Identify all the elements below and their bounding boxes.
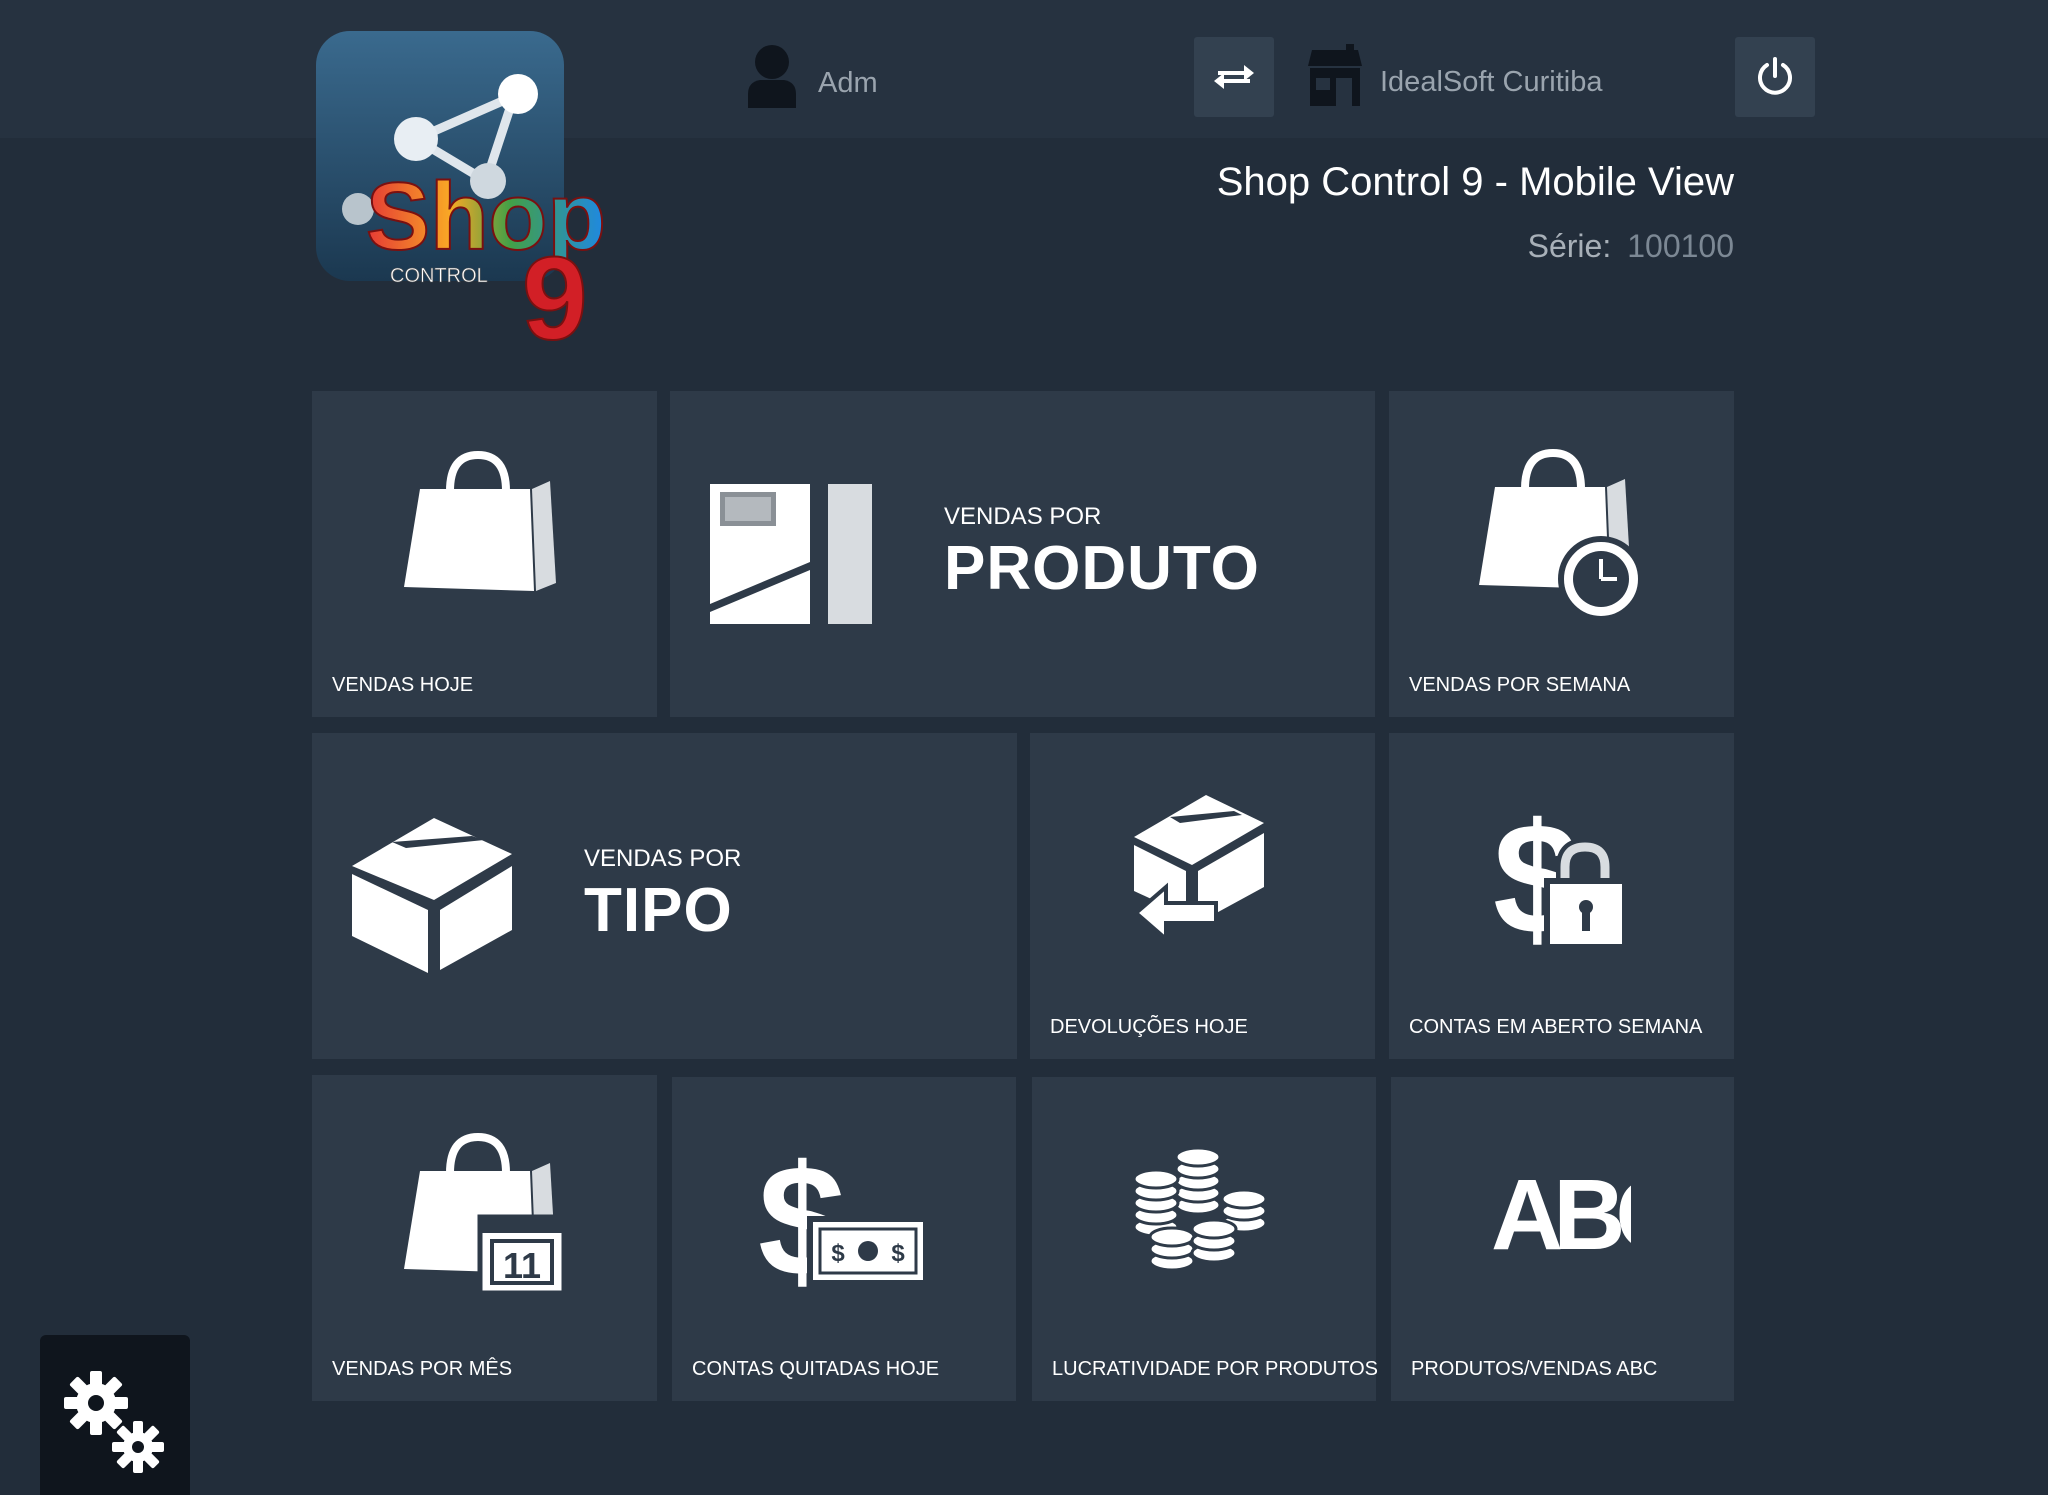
shopping-bag-clock-icon: [1479, 449, 1644, 622]
svg-text:$: $: [831, 1240, 845, 1267]
user-name: Adm: [818, 66, 878, 99]
tile-label: VENDAS HOJE: [332, 674, 474, 696]
tile-vendas-por-produto[interactable]: VENDAS POR PRODUTO: [670, 391, 1375, 717]
user-info: Adm: [746, 44, 878, 108]
tile-label: DEVOLUÇÕES HOJE: [1050, 1016, 1248, 1038]
tile-label: PRODUTOS/VENDAS ABC: [1411, 1358, 1658, 1380]
tile-vendas-por-mes[interactable]: 11 VENDAS POR MÊS: [312, 1075, 657, 1401]
shopping-bag-calendar-icon: 11: [404, 1133, 567, 1293]
abc-icon: ABC: [1491, 1159, 1631, 1259]
dollar-cash-icon: $ $ $: [758, 1133, 929, 1293]
tile-subtitle: VENDAS POR: [944, 503, 1102, 530]
shop-control-logo: Shop CONTROL 9: [316, 31, 648, 366]
power-button[interactable]: [1735, 37, 1815, 117]
tile-vendas-por-semana[interactable]: VENDAS POR SEMANA: [1389, 391, 1734, 717]
store-info: IdealSoft Curitiba: [1306, 44, 1602, 106]
tile-label: CONTAS EM ABERTO SEMANA: [1409, 1016, 1703, 1038]
tile-produtos-vendas-abc[interactable]: ABC PRODUTOS/VENDAS ABC: [1391, 1077, 1734, 1401]
logo-subtext: CONTROL: [390, 265, 488, 287]
tile-text: VENDAS POR PRODUTO: [944, 503, 1260, 604]
tile-label: CONTAS QUITADAS HOJE: [692, 1358, 940, 1380]
svg-text:$: $: [891, 1240, 905, 1267]
tile-devolucoes-hoje[interactable]: DEVOLUÇÕES HOJE: [1030, 733, 1375, 1059]
abc-icon-text: ABC: [1491, 1159, 1631, 1259]
settings-button[interactable]: [40, 1335, 190, 1495]
tile-label: LUCRATIVIDADE POR PRODUTOS: [1052, 1358, 1378, 1380]
store-name: IdealSoft Curitiba: [1380, 65, 1603, 98]
tile-vendas-por-tipo[interactable]: VENDAS POR TIPO: [312, 733, 1017, 1059]
store-icon: [1308, 44, 1362, 106]
box-return-icon: [1134, 795, 1264, 941]
tile-vendas-hoje[interactable]: VENDAS HOJE: [312, 391, 657, 717]
app-title: Shop Control 9 - Mobile View: [1216, 160, 1734, 204]
logo-number: 9: [522, 233, 588, 351]
tile-contas-quitadas-hoje[interactable]: $ $ $ CONTAS QUITADAS HOJE: [672, 1077, 1016, 1401]
serial-info: Série: 100100: [1528, 228, 1734, 265]
tile-title: PRODUTO: [944, 534, 1260, 603]
tile-subtitle: VENDAS POR: [584, 845, 742, 872]
user-icon: [748, 45, 796, 108]
shopping-bag-icon: [404, 451, 556, 591]
tile-label: VENDAS POR MÊS: [332, 1358, 513, 1380]
tile-title: TIPO: [584, 876, 733, 945]
product-icon: [710, 484, 872, 624]
power-icon: [1758, 57, 1792, 95]
gears-icon: [64, 1371, 164, 1473]
serial-label: Série:: [1527, 228, 1612, 264]
switch-store-button[interactable]: [1194, 37, 1274, 117]
serial-value: 100100: [1627, 228, 1734, 264]
dollar-lock-icon: $: [1493, 791, 1628, 949]
coins-icon: [1132, 1147, 1268, 1272]
tile-text: VENDAS POR TIPO: [584, 845, 741, 946]
swap-icon: [1214, 65, 1254, 89]
box-icon: [352, 818, 512, 973]
tile-contas-em-aberto-semana[interactable]: $ CONTAS EM ABERTO SEMANA: [1389, 733, 1734, 1059]
tile-lucratividade-por-produtos[interactable]: LUCRATIVIDADE POR PRODUTOS: [1032, 1077, 1378, 1401]
tile-label: VENDAS POR SEMANA: [1409, 674, 1631, 696]
calendar-day: 11: [503, 1245, 541, 1286]
